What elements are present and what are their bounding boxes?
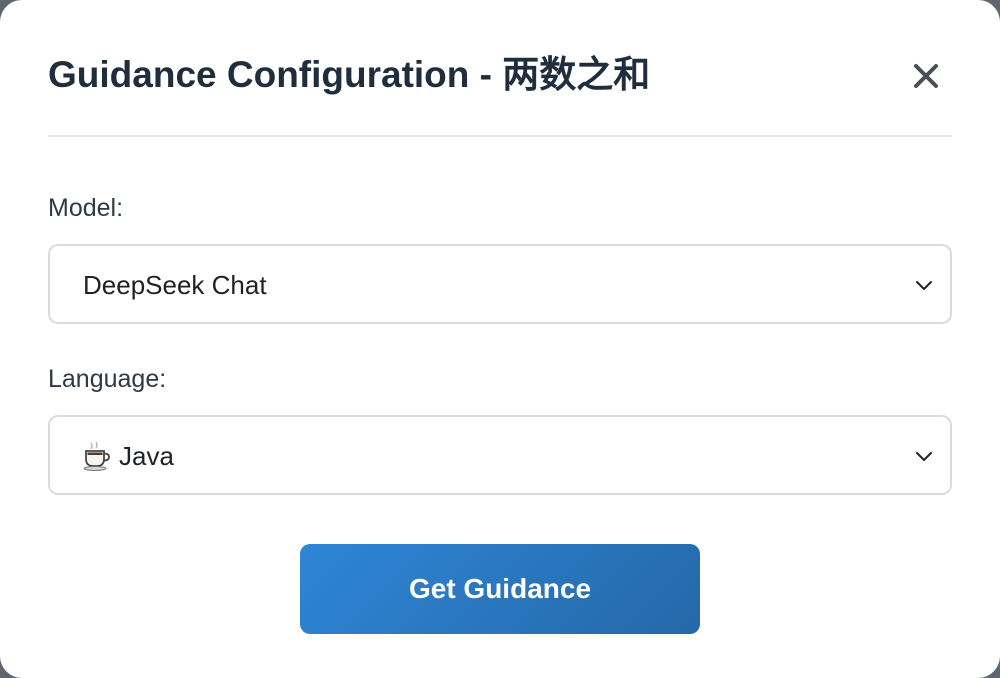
dialog-title: Guidance Configuration - 两数之和 [48,54,651,95]
language-select[interactable]: Java [48,415,952,495]
chevron-down-icon [916,281,932,290]
model-label: Model: [48,194,124,222]
close-button[interactable] [910,60,942,92]
language-select-value: Java [83,441,174,471]
model-select[interactable]: DeepSeek Chat [48,244,952,324]
model-select-value: DeepSeek Chat [83,270,267,300]
dialog-header: Guidance Configuration - 两数之和 [48,0,952,137]
language-select-text: Java [119,441,174,471]
close-icon [914,64,938,88]
chevron-down-icon [916,452,932,461]
language-label: Language: [48,365,167,393]
get-guidance-button[interactable]: Get Guidance [300,544,700,634]
coffee-cup-icon [83,441,110,471]
